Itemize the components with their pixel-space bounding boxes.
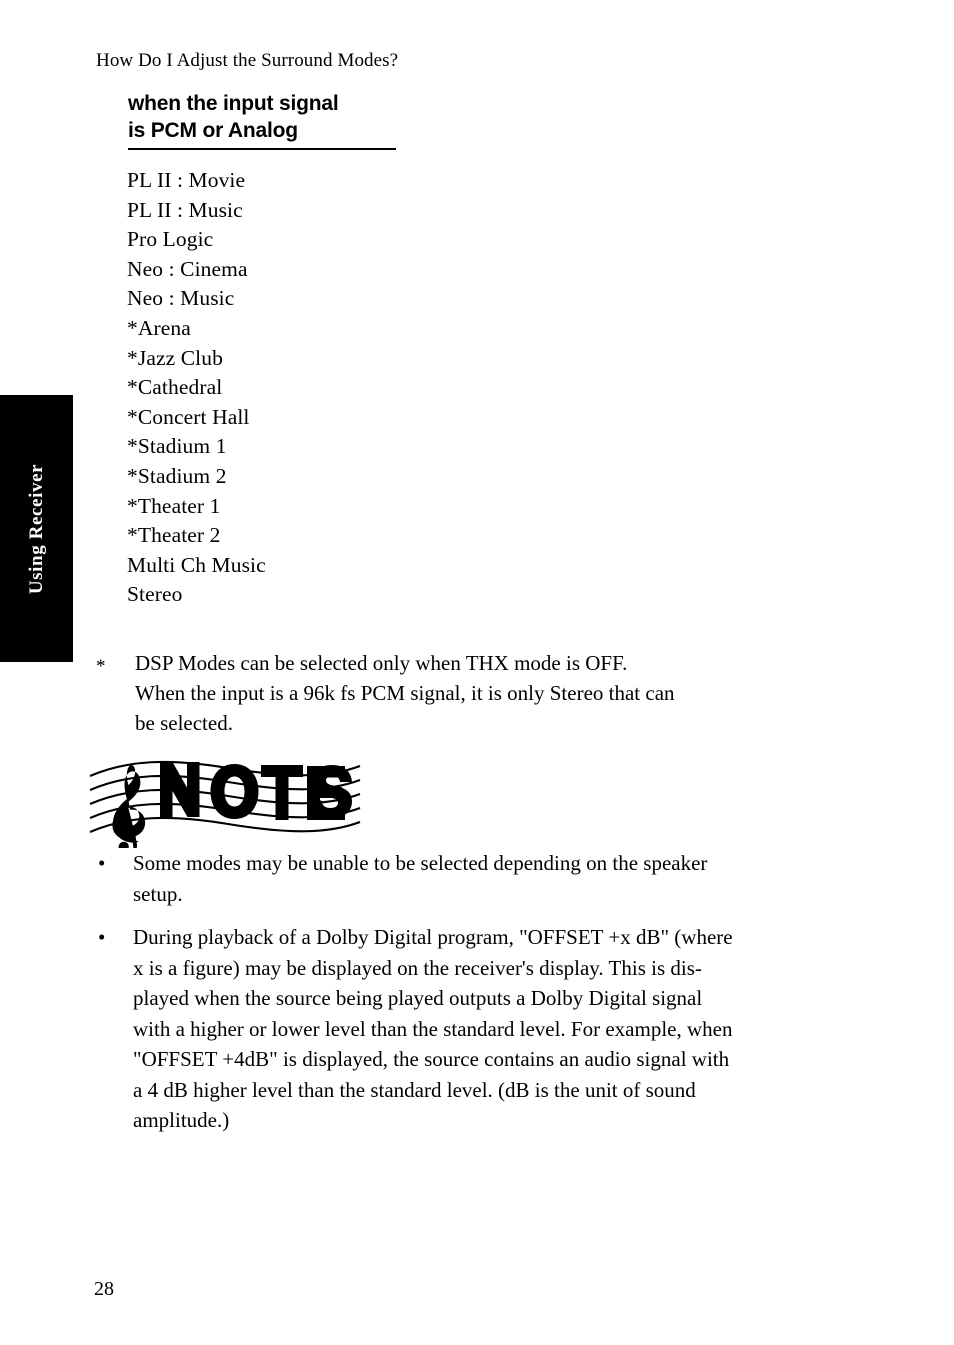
footnote: * DSP Modes can be selected only when TH… — [96, 648, 876, 738]
list-item: PL II : Movie — [127, 168, 246, 192]
note-2-line-2: x is a figure) may be displayed on the r… — [133, 955, 702, 980]
heading-underline-rule — [128, 148, 396, 150]
running-header: How Do I Adjust the Surround Modes? — [96, 50, 399, 71]
note-2-line-7: amplitude.) — [133, 1108, 230, 1132]
note-text: Some modes may be unable to be selected … — [133, 848, 864, 909]
side-tab: Using Receiver — [0, 395, 73, 662]
list-item: *Theater 2 — [127, 523, 221, 548]
footnote-line-3: be selected. — [135, 711, 233, 735]
section-heading-line-1: when the input signal — [128, 92, 339, 115]
list-item: Multi Ch Music — [127, 552, 266, 577]
list-item: PL II : Music — [127, 197, 243, 222]
bullet-icon: • — [98, 851, 106, 875]
list-item: Pro Logic — [127, 227, 214, 252]
list-item: *Jazz Club — [127, 345, 223, 370]
section-heading-line-2: is PCM or Analog — [128, 119, 298, 142]
note-2-line-4: with a higher or lower level than the st… — [133, 1016, 733, 1041]
surround-mode-list: PL II : Movie PL II : Music Pro Logic Ne… — [127, 166, 547, 610]
list-item: Neo : Cinema — [127, 256, 248, 281]
note-1-line-1: Some modes may be unable to be selected … — [133, 851, 708, 875]
notes-logo — [88, 748, 368, 848]
page-number: 28 — [94, 1278, 114, 1300]
footnote-marker: * — [96, 656, 106, 677]
note-text: During playback of a Dolby Digital progr… — [133, 922, 864, 1136]
list-item: *Theater 1 — [127, 493, 221, 518]
note-2-line-1: During playback of a Dolby Digital progr… — [133, 925, 733, 949]
footnote-line-1: DSP Modes can be selected only when THX … — [135, 651, 628, 675]
note-2-line-3: played when the source being played outp… — [133, 986, 703, 1010]
footnote-line-2: When the input is a 96k fs PCM signal, i… — [135, 681, 675, 705]
list-item: *Arena — [127, 315, 191, 340]
list-item: • Some modes may be unable to be selecte… — [96, 848, 864, 909]
note-2-line-6: a 4 dB higher level than the standard le… — [133, 1077, 696, 1102]
list-item: Stereo — [127, 582, 183, 607]
notes-bullet-list: • Some modes may be unable to be selecte… — [96, 848, 864, 1136]
list-item: *Stadium 2 — [127, 463, 227, 488]
section-heading: when the input signal is PCM or Analog — [128, 90, 458, 144]
footnote-body: DSP Modes can be selected only when THX … — [135, 648, 876, 738]
bullet-icon: • — [98, 925, 106, 949]
list-item: Neo : Music — [127, 286, 235, 311]
list-item: *Stadium 1 — [127, 434, 227, 459]
notes-wordmark — [160, 762, 352, 820]
note-2-line-5: "OFFSET +4dB" is displayed, the source c… — [133, 1047, 730, 1071]
side-tab-label: Using Receiver — [25, 463, 47, 594]
list-item: *Cathedral — [127, 375, 223, 400]
note-1-line-2: setup. — [133, 881, 183, 906]
list-item: • During playback of a Dolby Digital pro… — [96, 922, 864, 1136]
list-item: *Concert Hall — [127, 404, 250, 429]
